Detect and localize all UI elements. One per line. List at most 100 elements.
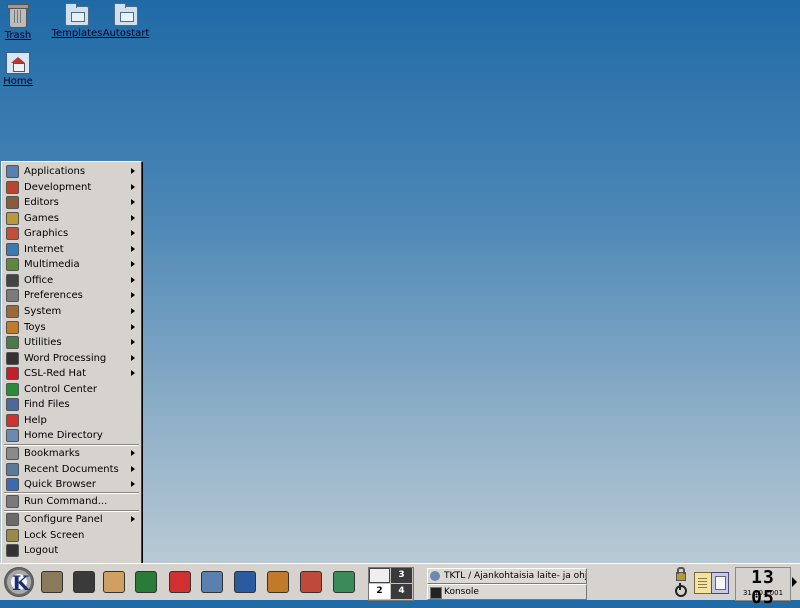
hand-launcher-button[interactable] (100, 568, 128, 596)
menu-item-development[interactable]: Development (4, 180, 139, 195)
menu-item-quick-browser[interactable]: Quick Browser (4, 477, 139, 492)
clock[interactable]: 13 05 31.10.2001 (735, 567, 791, 608)
menu-item-toys[interactable]: Toys (4, 320, 139, 335)
terminal-launcher-button[interactable] (38, 568, 66, 596)
monitor-launcher-button[interactable] (132, 568, 160, 596)
menu-item-internet[interactable]: Internet (4, 242, 139, 257)
menu-item-label: Games (24, 213, 59, 224)
menu-item-preferences[interactable]: Preferences (4, 288, 139, 303)
menu-item-configure-panel[interactable]: Configure Panel (4, 512, 139, 527)
menu-separator (4, 510, 139, 512)
notes-icon (698, 576, 707, 588)
folder-icon (114, 3, 138, 26)
calc-launcher-button[interactable] (330, 568, 358, 596)
menu-item-find-files[interactable]: Find Files (4, 397, 139, 412)
menu-item-csl-red-hat[interactable]: CSL-Red Hat (4, 366, 139, 381)
menu-item-label: Applications (24, 166, 86, 177)
desktop-icon-trash[interactable]: Trash (0, 4, 48, 41)
clock-time: 13 05 (751, 567, 775, 608)
klipper-applet[interactable] (711, 572, 729, 594)
hand-launcher-icon (103, 571, 125, 593)
mail-launcher-icon (267, 571, 289, 593)
menu-item-control-center[interactable]: Control Center (4, 382, 139, 397)
menu-item-lock-screen[interactable]: Lock Screen (4, 528, 139, 543)
menu-item-home-directory[interactable]: Home Directory (4, 428, 139, 443)
task-label: Konsole (444, 587, 479, 597)
pencil-launcher-icon (300, 571, 322, 593)
menu-item-label: Editors (24, 197, 59, 208)
desktop-icon-autostart[interactable]: Autostart (96, 3, 156, 39)
submenu-arrow-icon (131, 516, 135, 522)
menu-item-graphics[interactable]: Graphics (4, 226, 139, 241)
panel-scroll-right-icon[interactable] (792, 577, 797, 587)
k-letter: K (12, 571, 30, 595)
games-icon (6, 212, 19, 225)
power-line (679, 583, 681, 590)
pencil-launcher-button[interactable] (297, 568, 325, 596)
calc-launcher-icon (333, 571, 355, 593)
menu-separator (4, 492, 139, 494)
menu-item-system[interactable]: System (4, 304, 139, 319)
system-icon (6, 305, 19, 318)
desktop-icon-home[interactable]: Home (0, 52, 48, 87)
screen-launcher-icon (73, 571, 95, 593)
menu-item-label: Word Processing (24, 353, 107, 364)
logout-button[interactable] (673, 583, 687, 597)
menu-item-label: System (24, 306, 62, 317)
pager-desktop-4[interactable]: 4 (391, 584, 412, 599)
k-menu: Applications Development Editors Games Graph… (1, 161, 142, 565)
lock-shackle (677, 567, 685, 574)
pager-desktop-3[interactable]: 3 (391, 568, 412, 583)
menu-item-utilities[interactable]: Utilities (4, 335, 139, 350)
menu-item-editors[interactable]: Editors (4, 195, 139, 210)
menu-item-label: Quick Browser (24, 479, 96, 490)
menu-item-label: Run Command... (24, 496, 108, 507)
menu-item-label: Office (24, 275, 54, 286)
screen-launcher-button[interactable] (70, 568, 98, 596)
menu-item-word-processing[interactable]: Word Processing (4, 351, 139, 366)
task-button-konsole[interactable]: Konsole (427, 584, 587, 600)
pager-desktop-2[interactable]: 2 (369, 584, 390, 599)
pager-desktop-1[interactable]: 1 (369, 568, 390, 583)
task-label: TKTL / Ajankohtaisia laite- ja ohjelmi (444, 571, 587, 581)
run-command-icon (6, 495, 19, 508)
submenu-arrow-icon (131, 168, 135, 174)
submenu-arrow-icon (131, 292, 135, 298)
menu-item-label: Internet (24, 244, 64, 255)
applications-icon (6, 165, 19, 178)
menu-item-logout[interactable]: Logout (4, 543, 139, 558)
menu-item-label: Home Directory (24, 430, 103, 441)
menu-item-label: Recent Documents (24, 464, 119, 475)
lifebuoy-launcher-button[interactable] (166, 568, 194, 596)
menu-item-multimedia[interactable]: Multimedia (4, 257, 139, 272)
home-directory-icon (6, 429, 19, 442)
konsole-icon (430, 587, 442, 599)
menu-item-games[interactable]: Games (4, 211, 139, 226)
preferences-icon (6, 289, 19, 302)
mail-launcher-button[interactable] (264, 568, 292, 596)
desktop-pager: 1 3 2 4 (368, 567, 414, 601)
notes-applet[interactable] (694, 572, 712, 594)
menu-item-help[interactable]: Help (4, 413, 139, 428)
globe-launcher-button[interactable] (231, 568, 259, 596)
logout-icon (6, 544, 19, 557)
submenu-arrow-icon (131, 466, 135, 472)
menu-item-bookmarks[interactable]: Bookmarks (4, 446, 139, 461)
menu-item-recent-documents[interactable]: Recent Documents (4, 462, 139, 477)
menu-item-applications[interactable]: Applications (4, 164, 139, 179)
lock-button[interactable] (673, 567, 687, 581)
pager-desktop-label: 2 (376, 586, 383, 596)
submenu-arrow-icon (131, 450, 135, 456)
utilities-icon (6, 336, 19, 349)
k-menu-button[interactable]: K (1, 565, 37, 599)
submenu-arrow-icon (131, 355, 135, 361)
konqueror-icon (430, 571, 440, 581)
menu-item-office[interactable]: Office (4, 273, 139, 288)
menu-item-label: Development (24, 182, 92, 193)
quick-browser-icon (6, 478, 19, 491)
submenu-arrow-icon (131, 277, 135, 283)
internet-icon (6, 243, 19, 256)
task-button-konqueror[interactable]: TKTL / Ajankohtaisia laite- ja ohjelmi (427, 568, 587, 584)
menu-item-run-command[interactable]: Run Command... (4, 494, 139, 509)
home-launcher-button[interactable] (198, 568, 226, 596)
